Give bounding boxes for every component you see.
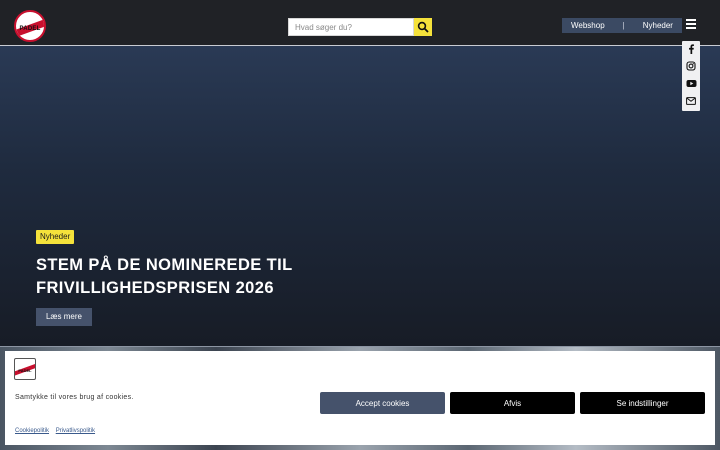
cookie-settings-button[interactable]: Se indstillinger [580,392,705,414]
instagram-icon[interactable] [685,60,697,72]
facebook-icon[interactable] [685,43,697,55]
nav-webshop[interactable]: Webshop [571,21,605,30]
search-box [288,18,432,36]
mail-icon[interactable] [685,95,697,107]
hero-banner: Nyheder STEM PÅ DE NOMINEREDE TIL FRIVIL… [0,46,720,346]
reject-cookies-button[interactable]: Afvis [450,392,575,414]
search-input[interactable] [288,18,414,36]
nav-nyheder[interactable]: Nyheder [643,21,673,30]
site-header: PADEL Webshop | Nyheder [0,0,720,46]
accept-cookies-button[interactable]: Accept cookies [320,392,445,414]
category-badge[interactable]: Nyheder [36,230,75,244]
cookie-logo-text: PADEL [18,368,32,373]
search-button[interactable] [414,18,432,36]
youtube-icon[interactable] [685,77,697,89]
cookie-policy-link[interactable]: Cookiepolitik [15,428,49,434]
logo-text: PADEL [19,26,41,32]
hamburger-menu-icon[interactable] [686,19,696,29]
cookie-logo: PADEL [14,358,36,380]
nav-separator: | [622,21,625,30]
site-logo[interactable]: PADEL [14,10,46,42]
search-icon [417,21,429,33]
social-bar [682,41,700,111]
hero-headline: STEM PÅ DE NOMINEREDE TIL FRIVILLIGHEDSP… [36,256,293,297]
top-nav: Webshop | Nyheder [562,18,682,33]
read-more-button[interactable]: Læs mere [36,308,92,326]
cookie-links: Cookiepolitik Privatlivspolitik [15,428,100,434]
cookie-message: Samtykke til vores brug af cookies. [15,394,134,401]
cookie-banner: PADEL Samtykke til vores brug af cookies… [5,351,715,445]
privacy-policy-link[interactable]: Privatlivspolitik [56,428,95,434]
